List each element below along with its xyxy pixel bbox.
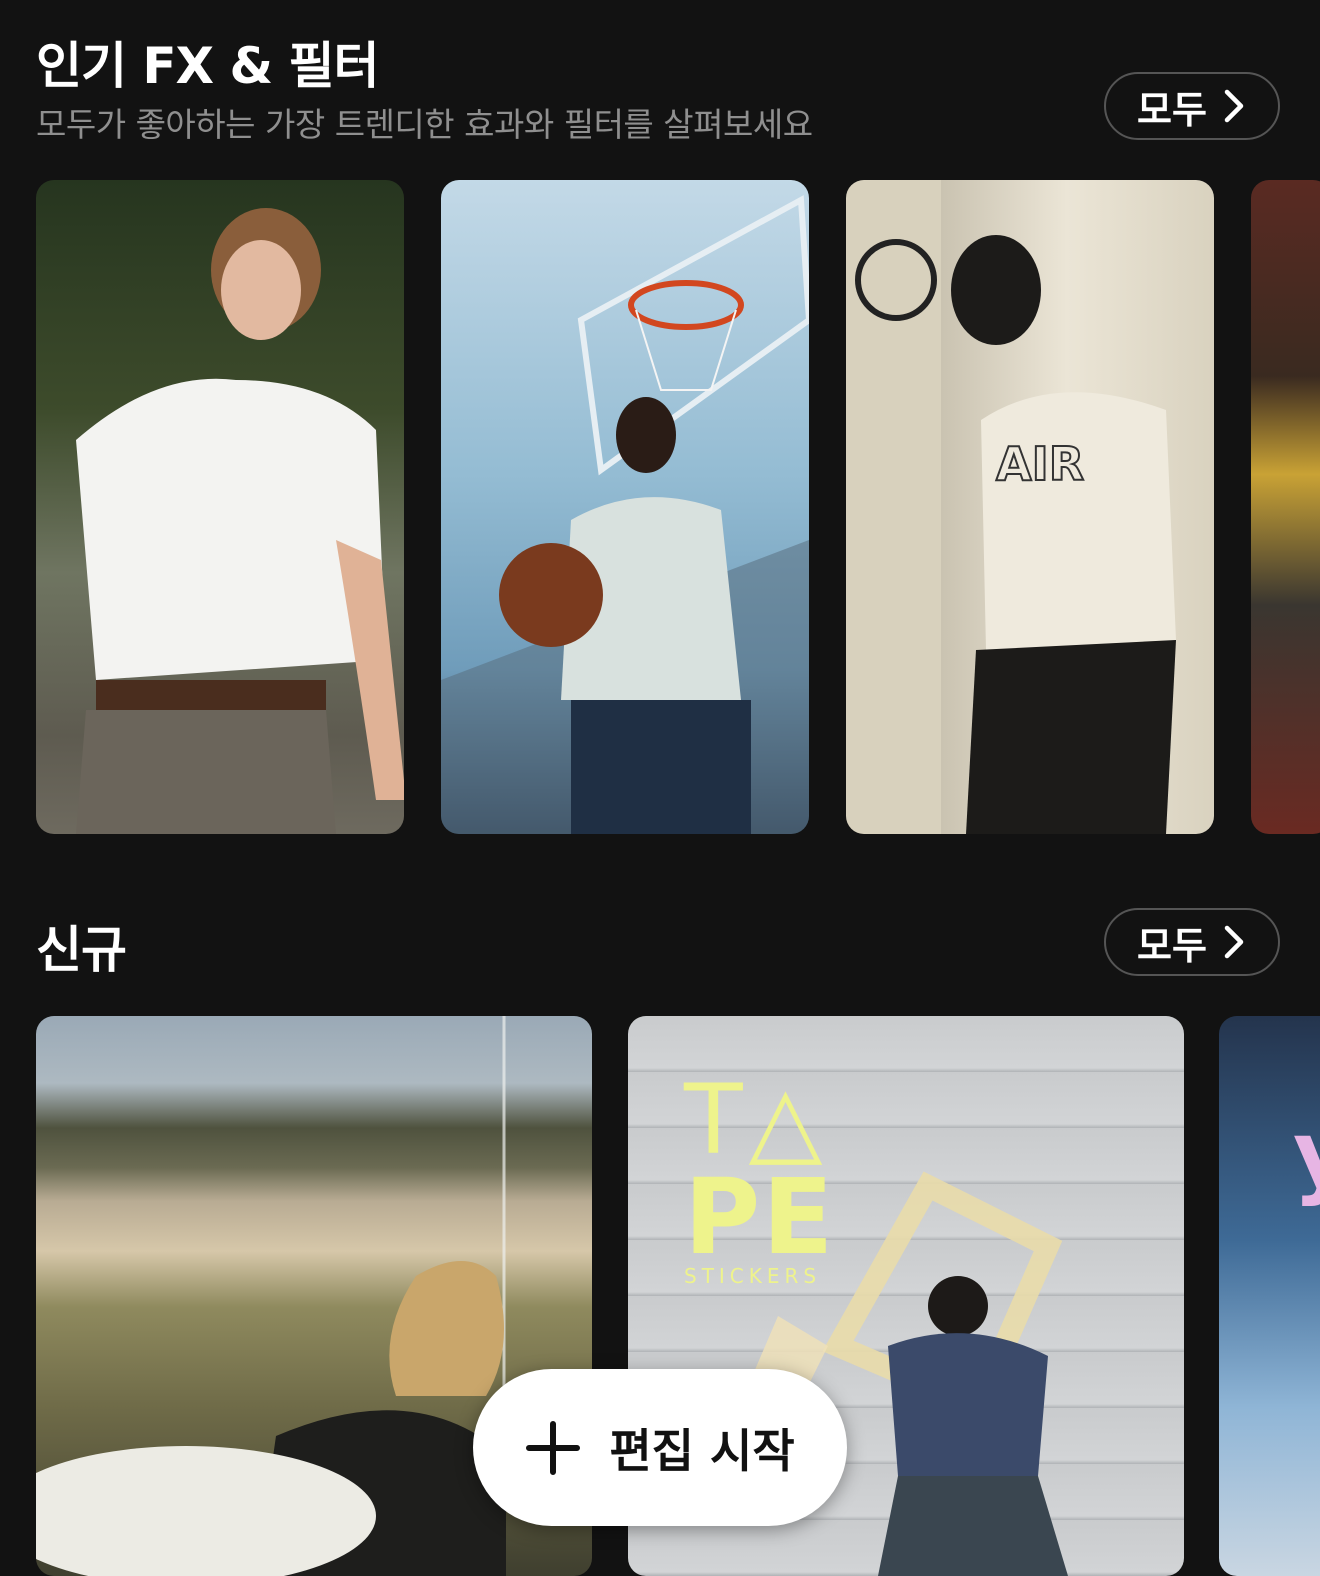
start-editing-button[interactable]: 편집 시작 [473,1369,847,1526]
chevron-right-icon [1224,89,1244,123]
see-all-label: 모두 [1137,87,1207,132]
portrait-image [441,195,809,834]
new-see-all-button[interactable]: 모두 [1104,908,1280,976]
plus-icon [526,1420,581,1475]
popular-see-all-button[interactable]: 모두 [1104,72,1280,140]
popular-card-air-tee[interactable]: AIR [846,180,1214,834]
portrait-image [76,208,404,834]
chevron-right-icon [1224,925,1244,959]
svg-text:y: y [1293,1101,1320,1208]
popular-card-partial[interactable] [1251,180,1320,834]
portrait-image: AIR [846,180,1176,834]
section-title-popular: 인기 FX & 필터 [36,37,380,95]
svg-text:AIR: AIR [996,437,1084,491]
sky-image: y [1293,1101,1320,1208]
section-title-new: 신규 [36,921,127,979]
popular-card-white-tshirt[interactable] [36,180,404,834]
popular-card-basketball[interactable] [441,180,809,834]
start-editing-label: 편집 시작 [609,1423,795,1478]
see-all-label: 모두 [1137,923,1207,968]
new-card-partial[interactable]: y [1219,1016,1320,1576]
section-subtitle-popular: 모두가 좋아하는 가장 트렌디한 효과와 필터를 살펴보세요 [36,105,813,144]
